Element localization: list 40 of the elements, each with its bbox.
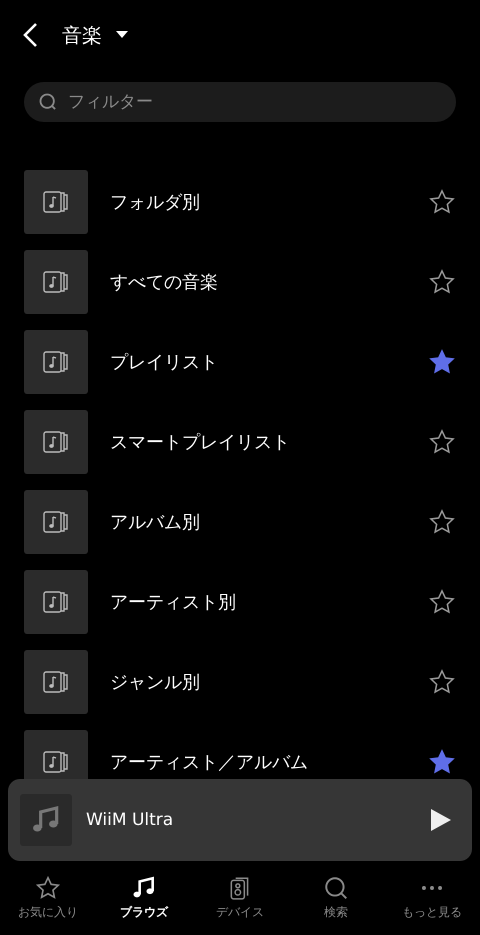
favorite-star-icon[interactable] (428, 668, 456, 696)
music-folder-icon (24, 170, 88, 234)
category-label[interactable]: プレイリスト (110, 350, 428, 374)
favorite-star-icon[interactable] (428, 428, 456, 456)
music-folder-icon (24, 650, 88, 714)
more-icon (422, 886, 442, 890)
star-icon (35, 875, 61, 901)
favorite-star-icon[interactable] (428, 748, 456, 776)
category-label[interactable]: アーティスト別 (110, 590, 428, 614)
category-label[interactable]: アーティスト／アルバム (110, 750, 428, 774)
category-label[interactable]: すべての音楽 (110, 270, 428, 294)
music-note-icon (20, 794, 72, 846)
category-label[interactable]: ジャンル別 (110, 670, 428, 694)
category-label[interactable]: アルバム別 (110, 510, 428, 534)
play-button[interactable] (428, 808, 452, 832)
search-icon (323, 875, 349, 901)
favorite-star-icon[interactable] (428, 268, 456, 296)
now-playing-bar[interactable]: WiiM Ultra (8, 779, 472, 861)
nav-tab[interactable]: デバイス (192, 875, 288, 921)
music-folder-icon (24, 330, 88, 394)
favorite-star-icon[interactable] (428, 188, 456, 216)
music-folder-icon (24, 490, 88, 554)
favorite-star-icon[interactable] (428, 508, 456, 536)
favorite-star-icon[interactable] (428, 588, 456, 616)
nav-tab[interactable]: 検索 (288, 875, 384, 921)
nav-tab[interactable]: もっと見る (384, 875, 480, 921)
music-folder-icon (24, 570, 88, 634)
caret-icon (116, 31, 128, 39)
device-name: WiiM Ultra (86, 810, 174, 830)
music-folder-icon (24, 250, 88, 314)
music-folder-icon (24, 730, 88, 779)
nav-tab[interactable]: お気に入り (0, 875, 96, 921)
filter-field[interactable]: フィルター (24, 82, 456, 122)
nav-tab[interactable]: ブラウズ (96, 875, 192, 921)
category-label[interactable]: フォルダ別 (110, 190, 428, 214)
favorite-star-icon[interactable] (428, 348, 456, 376)
search-icon (38, 92, 58, 112)
source-dropdown[interactable]: 音楽 (62, 22, 128, 48)
music-folder-icon (24, 410, 88, 474)
category-label[interactable]: スマートプレイリスト (110, 430, 428, 454)
